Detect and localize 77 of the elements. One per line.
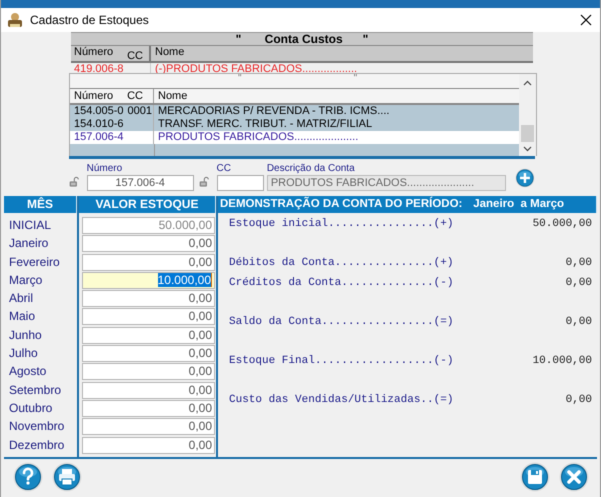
table-cell-text: TRANSF. MERC. TRIBUT. - MATRIZ/FILIAL — [157, 118, 372, 131]
column-header: Número — [74, 89, 114, 103]
table-cell: 154.005-0 — [74, 105, 124, 118]
table-cell: 154.010-6 — [74, 118, 124, 131]
field-label: Descrição da Conta — [266, 163, 356, 175]
list-row[interactable]: 157.006-4 PRODUTOS FABRICADOS..................... — [70, 131, 519, 144]
close-icon[interactable] — [580, 14, 592, 26]
input-field[interactable]: 157.006-4 — [86, 175, 194, 191]
list-row[interactable]: 154.005-0 0001 MERCADORIAS P/ REVENDA - TRIB. ICMS.... — [70, 105, 519, 118]
table-cell-text: (-)PRODUTOS FABRICADOS.................. — [154, 63, 358, 75]
value-field[interactable]: 0,00 — [82, 400, 215, 417]
chevron-up-icon[interactable] — [523, 80, 532, 86]
month-label: Fevereiro — [8, 254, 61, 271]
month-label: Outubro — [8, 400, 54, 417]
month-label: Setembro — [8, 382, 62, 399]
month-label: Maio — [8, 308, 36, 326]
field-label: Número — [86, 163, 124, 175]
value-field[interactable]: 0,00 — [82, 436, 215, 454]
summary-label: Créditos da Conta..............(-) — [229, 276, 454, 290]
summary-value: 0,00 — [566, 392, 592, 408]
value-field: 50.000,00 — [82, 217, 215, 234]
summary-label: Estoque Final..................(-) — [229, 354, 454, 368]
close-button[interactable] — [559, 462, 589, 492]
column-header: MÊS — [4, 196, 77, 213]
table-cell: 157.006-4 — [74, 131, 124, 144]
value-field[interactable]: 0,00 — [82, 254, 215, 271]
value-field[interactable]: 0,00 — [82, 418, 215, 436]
month-label: Julho — [8, 345, 39, 362]
summary-value: 0,00 — [566, 276, 592, 290]
value-field[interactable]: 0,00 — [82, 308, 215, 326]
chevron-down-icon[interactable] — [523, 146, 532, 152]
value-field[interactable]: 0,00 — [82, 363, 215, 380]
summary-label: Débitos da Conta...............(+) — [229, 256, 454, 271]
list-row[interactable]: 154.010-6 TRANSF. MERC. TRIBUT. - MATRIZ/FILIAL — [70, 118, 519, 131]
column-header: CC — [127, 50, 143, 61]
input-field[interactable] — [216, 175, 264, 191]
table-cell-text: MERCADORIAS P/ REVENDA - TRIB. ICMS.... — [157, 105, 390, 118]
value-field[interactable]: 10.000,00 — [82, 272, 215, 289]
month-label: INICIAL — [8, 217, 52, 234]
value-field[interactable]: 0,00 — [82, 290, 215, 308]
scrollbar-thumb[interactable] — [521, 125, 534, 142]
window-title: Cadastro de Estoques — [30, 13, 150, 27]
grid-title-text: " Conta Custos " — [236, 33, 368, 45]
month-label: Janeiro — [8, 235, 50, 252]
value-field[interactable]: 0,00 — [82, 235, 215, 252]
save-button[interactable] — [520, 462, 550, 492]
value-field[interactable]: 0,00 — [82, 326, 215, 344]
summary-label: Custo das Vendidas/Utilizadas..(=) — [229, 392, 454, 408]
print-button[interactable] — [52, 462, 82, 492]
quote-mark: " — [238, 74, 242, 86]
month-label: Abril — [8, 290, 34, 308]
month-label: Novembro — [8, 418, 66, 436]
header-title: DEMONSTRAÇÃO DA CONTA DO PERÍODO: — [220, 196, 462, 212]
help-button[interactable] — [13, 462, 43, 492]
period-label: Janeiro a Março — [473, 197, 564, 212]
column-header: CC — [127, 89, 143, 103]
table-cell: 0001 — [128, 105, 152, 118]
column-header: Nome — [154, 46, 184, 60]
quote-mark: " — [354, 74, 358, 86]
summary-value: 10.000,00 — [532, 354, 592, 368]
summary-value: 0,00 — [566, 256, 592, 271]
value-field[interactable]: 0,00 — [82, 382, 215, 399]
summary-label: Saldo da Conta.................(=) — [229, 314, 454, 330]
app-icon — [6, 12, 24, 28]
month-label: Junho — [8, 326, 43, 344]
month-label: Dezembro — [8, 436, 66, 454]
table-cell-text: PRODUTOS FABRICADOS..................... — [157, 131, 358, 144]
field-label: CC — [216, 163, 232, 175]
month-label: Agosto — [8, 363, 48, 380]
column-header: Nome — [157, 89, 188, 103]
month-label: Março — [8, 272, 44, 289]
value-field[interactable]: 0,00 — [82, 345, 215, 362]
summary-value: 50.000,00 — [532, 217, 592, 232]
column-header: VALOR ESTOQUE — [79, 196, 216, 213]
summary-label: Estoque inicial................(+) — [229, 217, 454, 232]
summary-value: 0,00 — [566, 314, 592, 330]
column-header: Número — [74, 46, 114, 60]
